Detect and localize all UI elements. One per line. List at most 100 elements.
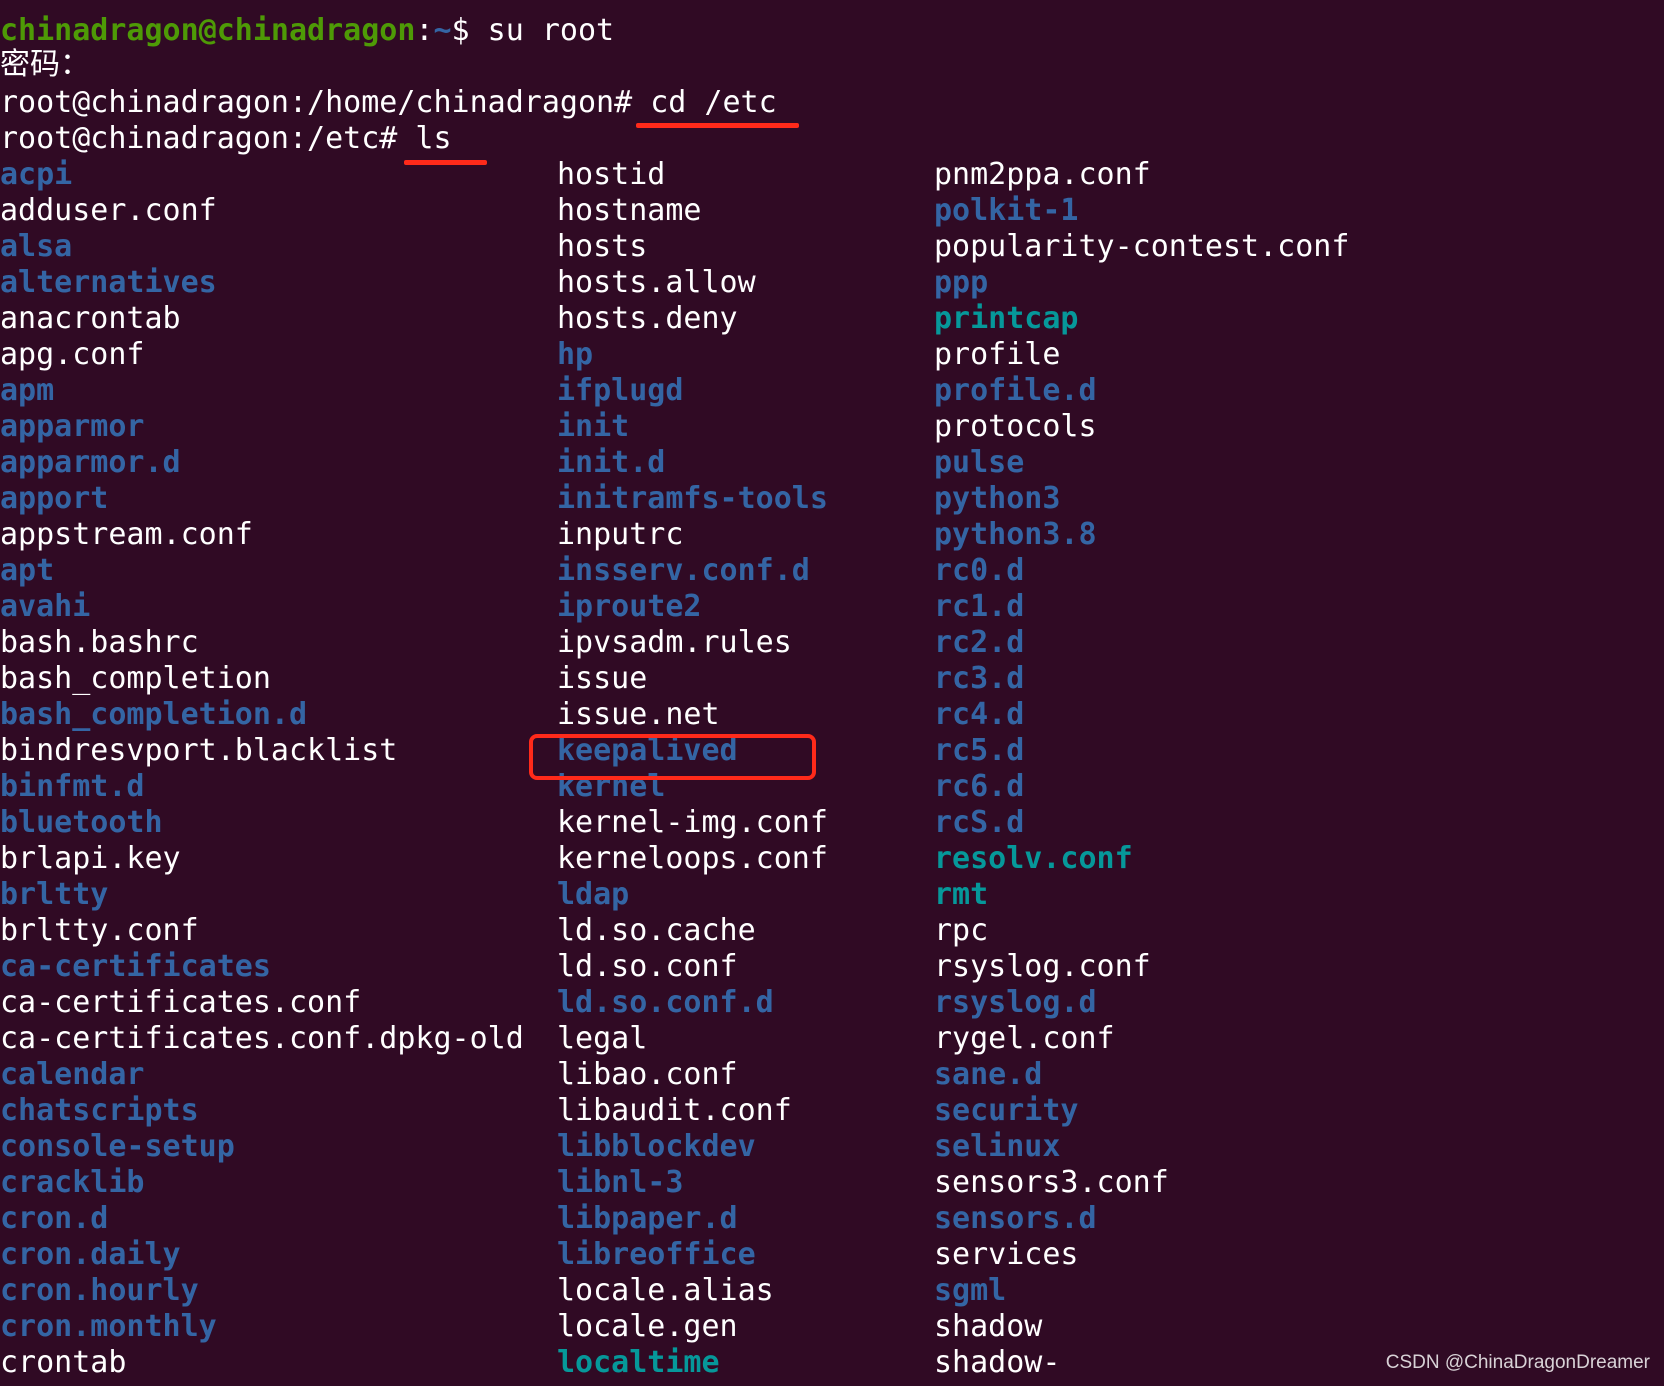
file-entry-ld-so-conf-d: ld.so.conf.d (557, 985, 774, 1020)
file-entry-apparmor-d: apparmor.d (0, 445, 181, 480)
file-entry-kernel-img-conf: kernel-img.conf (557, 805, 828, 840)
file-entry-issue: issue (557, 661, 648, 696)
file-entry-rc0-d: rc0.d (934, 553, 1025, 588)
file-entry-hostname: hostname (557, 193, 702, 228)
file-entry-adduser-conf: adduser.conf (0, 193, 217, 228)
file-entry-rc5-d: rc5.d (934, 733, 1025, 768)
file-entry-hostid: hostid (557, 157, 666, 192)
file-entry-rsyslog-d: rsyslog.d (934, 985, 1097, 1020)
file-entry-bash-bashrc: bash.bashrc (0, 625, 199, 660)
file-entry-ifplugd: ifplugd (557, 373, 684, 408)
file-entry-legal: legal (557, 1021, 648, 1056)
file-entry-rpc: rpc (934, 913, 989, 948)
file-entry-insserv-conf-d: insserv.conf.d (557, 553, 810, 588)
file-entry-ca-certificates-conf-dpkg-old: ca-certificates.conf.dpkg-old (0, 1021, 524, 1056)
file-entry-profile-d: profile.d (934, 373, 1097, 408)
password-prompt: 密码： (0, 47, 90, 82)
file-entry-libblockdev: libblockdev (557, 1129, 756, 1164)
file-entry-appstream-conf: appstream.conf (0, 517, 253, 552)
prompt-line-cd: root@chinadragon:/home/chinadragon# cd /… (0, 85, 777, 121)
file-entry-ld-so-cache: ld.so.cache (557, 913, 756, 948)
file-entry-shadow: shadow (934, 1309, 1043, 1344)
file-entry-selinux: selinux (934, 1129, 1061, 1164)
prompt-path: ~ (433, 13, 452, 48)
file-entry-hosts-deny: hosts.deny (557, 301, 738, 336)
file-entry-python3-8: python3.8 (934, 517, 1097, 552)
file-entry-acpi: acpi (0, 157, 73, 192)
file-entry-hosts: hosts (557, 229, 648, 264)
prompt-userhost: chinadragon@chinadragon (0, 13, 416, 48)
file-entry-initramfs-tools: initramfs-tools (557, 481, 828, 516)
file-entry-sensors3-conf: sensors3.conf (934, 1165, 1169, 1200)
file-entry-brltty: brltty (0, 877, 109, 912)
watermark: CSDN @ChinaDragonDreamer (1385, 1352, 1650, 1373)
file-entry-python3: python3 (934, 481, 1061, 516)
file-entry-libreoffice: libreoffice (557, 1237, 756, 1272)
file-entry-printcap: printcap (934, 301, 1079, 336)
file-entry-chatscripts: chatscripts (0, 1093, 199, 1128)
file-entry-avahi: avahi (0, 589, 91, 624)
command-ls: ls (415, 121, 452, 156)
prompt-line-su: chinadragon@chinadragon:~$ su root (0, 13, 614, 49)
file-entry-hp: hp (557, 337, 594, 372)
file-entry-pnm2ppa-conf: pnm2ppa.conf (934, 157, 1151, 192)
file-entry-ca-certificates: ca-certificates (0, 949, 271, 984)
file-entry-pulse: pulse (934, 445, 1025, 480)
command-cd-etc: cd /etc (650, 85, 777, 120)
root-prompt-home: root@chinadragon:/home/chinadragon# (0, 85, 633, 120)
file-entry-locale-gen: locale.gen (557, 1309, 738, 1344)
file-entry-cracklib: cracklib (0, 1165, 145, 1200)
file-entry-inputrc: inputrc (557, 517, 684, 552)
file-entry-apm: apm (0, 373, 55, 408)
file-entry-rc6-d: rc6.d (934, 769, 1025, 804)
command-su-root: su root (487, 13, 615, 48)
file-entry-bash-completion-d: bash_completion.d (0, 697, 308, 732)
file-entry-libaudit-conf: libaudit.conf (557, 1093, 792, 1128)
file-entry-hosts-allow: hosts.allow (557, 265, 756, 300)
file-entry-cron-hourly: cron.hourly (0, 1273, 199, 1308)
file-entry-polkit-1: polkit-1 (934, 193, 1079, 228)
file-entry-init: init (557, 409, 630, 444)
file-entry-bash-completion: bash_completion (0, 661, 271, 696)
file-entry-libpaper-d: libpaper.d (557, 1201, 738, 1236)
file-entry-anacrontab: anacrontab (0, 301, 181, 336)
prompt-line-ls: root@chinadragon:/etc# ls (0, 121, 452, 157)
file-entry-alternatives: alternatives (0, 265, 217, 300)
file-entry-rc4-d: rc4.d (934, 697, 1025, 732)
listing-column-1: acpi adduser.conf alsa alternatives anacront… (0, 157, 524, 1381)
file-entry-resolv-conf: resolv.conf (934, 841, 1133, 876)
file-entry-bindresvport-blacklist: bindresvport.blacklist (0, 733, 398, 768)
file-entry-cron-daily: cron.daily (0, 1237, 181, 1272)
file-entry-cron-monthly: cron.monthly (0, 1309, 217, 1344)
file-entry-profile: profile (934, 337, 1061, 372)
file-entry-libnl-3: libnl-3 (557, 1165, 684, 1200)
file-entry-protocols: protocols (934, 409, 1097, 444)
file-entry-crontab: crontab (0, 1345, 127, 1380)
file-entry-ld-so-conf: ld.so.conf (557, 949, 738, 984)
file-entry-rcS-d: rcS.d (934, 805, 1025, 840)
file-entry-iproute2: iproute2 (557, 589, 702, 624)
file-entry-rc2-d: rc2.d (934, 625, 1025, 660)
file-entry-sensors-d: sensors.d (934, 1201, 1097, 1236)
terminal-window[interactable]: chinadragon@chinadragon:~$ su root 密码： r… (0, 0, 1664, 1386)
cd-command-underline (636, 123, 799, 128)
file-entry-apg-conf: apg.conf (0, 337, 145, 372)
file-entry-ca-certificates-conf: ca-certificates.conf (0, 985, 362, 1020)
file-entry-ldap: ldap (557, 877, 630, 912)
prompt-symbol: $ (451, 13, 470, 48)
keepalived-highlight-box (529, 734, 816, 780)
prompt-colon: : (415, 13, 434, 48)
file-entry-brlapi-key: brlapi.key (0, 841, 181, 876)
file-entry-calendar: calendar (0, 1057, 145, 1092)
file-entry-brltty-conf: brltty.conf (0, 913, 199, 948)
file-entry-apt: apt (0, 553, 55, 588)
file-entry-shadow-: shadow- (934, 1345, 1061, 1380)
file-entry-sane-d: sane.d (934, 1057, 1043, 1092)
root-prompt-etc: root@chinadragon:/etc# (0, 121, 398, 156)
file-entry-apport: apport (0, 481, 109, 516)
file-entry-cron-d: cron.d (0, 1201, 109, 1236)
file-entry-ipvsadm-rules: ipvsadm.rules (557, 625, 792, 660)
file-entry-localtime: localtime (557, 1345, 720, 1380)
file-entry-rmt: rmt (934, 877, 989, 912)
file-entry-binfmt-d: binfmt.d (0, 769, 145, 804)
